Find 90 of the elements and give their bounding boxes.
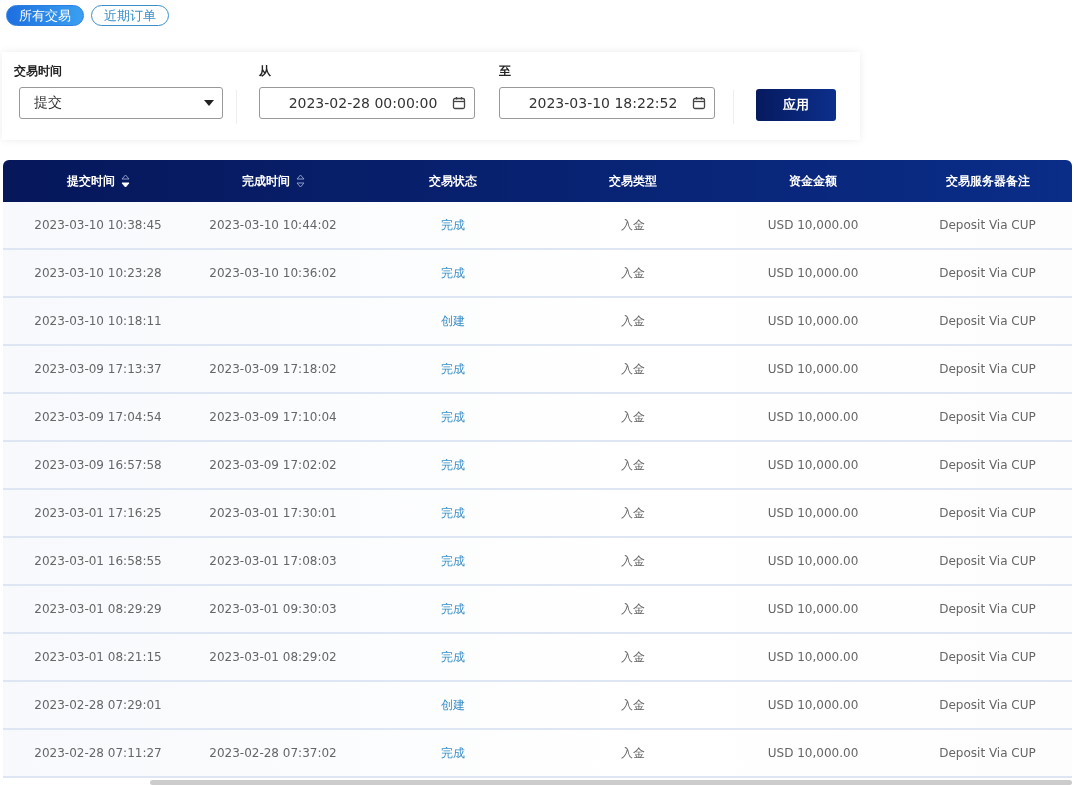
table-cell: 2023-02-28 07:37:02 bbox=[209, 746, 337, 760]
date-field[interactable]: 2023-03-10 18:22:52 bbox=[499, 87, 715, 119]
table-cell: USD 10,000.00 bbox=[767, 266, 859, 280]
column-header: 交易状态 bbox=[429, 172, 477, 190]
table-cell: 入金 bbox=[621, 505, 645, 520]
table-cell: 入金 bbox=[621, 265, 645, 280]
table-cell: USD 10,000.00 bbox=[767, 602, 859, 616]
status-text: 完成 bbox=[441, 409, 465, 424]
status-text: 完成 bbox=[441, 217, 465, 232]
table-cell: USD 10,000.00 bbox=[767, 314, 859, 328]
table-cell: USD 10,000.00 bbox=[767, 218, 859, 232]
table-cell: 2023-03-01 17:08:03 bbox=[209, 554, 337, 568]
field-label: 交易时间 bbox=[14, 64, 63, 78]
column-header[interactable]: 提交时间 bbox=[66, 172, 115, 190]
tab[interactable]: 近期订单 bbox=[91, 5, 169, 26]
table-cell: Deposit Via CUP bbox=[939, 410, 1036, 424]
table-cell: 2023-02-28 07:29:01 bbox=[34, 698, 162, 712]
table-cell: 2023-03-09 17:04:54 bbox=[34, 410, 162, 424]
sort-icon[interactable] bbox=[120, 173, 130, 189]
dropdown-field[interactable]: 提交 bbox=[19, 87, 223, 119]
column-header: 交易服务器备注 bbox=[945, 172, 1030, 190]
table-cell: Deposit Via CUP bbox=[939, 362, 1036, 376]
table-cell: 2023-03-01 17:30:01 bbox=[209, 506, 337, 520]
table-cell: 入金 bbox=[621, 217, 645, 232]
date-field[interactable]: 2023-02-28 00:00:00 bbox=[259, 87, 475, 119]
table-cell: Deposit Via CUP bbox=[939, 218, 1036, 232]
status-text: 完成 bbox=[441, 649, 465, 664]
table-cell: 2023-03-01 08:29:02 bbox=[209, 650, 337, 664]
table-cell: 2023-03-01 08:21:15 bbox=[34, 650, 162, 664]
table-cell: 入金 bbox=[621, 601, 645, 616]
table-cell: 2023-03-01 17:16:25 bbox=[34, 506, 162, 520]
table-cell: Deposit Via CUP bbox=[939, 650, 1036, 664]
table-cell: USD 10,000.00 bbox=[767, 506, 859, 520]
table-cell: Deposit Via CUP bbox=[939, 266, 1036, 280]
table-cell: 2023-03-01 16:58:55 bbox=[34, 554, 162, 568]
status-text: 完成 bbox=[441, 553, 465, 568]
field-label: 从 bbox=[259, 64, 272, 78]
table-cell: 2023-03-01 08:29:29 bbox=[34, 602, 162, 616]
tab[interactable]: 所有交易 bbox=[6, 5, 84, 26]
table-cell: USD 10,000.00 bbox=[767, 362, 859, 376]
table-cell: 入金 bbox=[621, 457, 645, 472]
status-text: 创建 bbox=[441, 313, 465, 328]
table-cell: 入金 bbox=[621, 361, 645, 376]
table-cell: 入金 bbox=[621, 745, 645, 760]
table-cell: 2023-03-10 10:36:02 bbox=[209, 266, 337, 280]
table-cell: 入金 bbox=[621, 553, 645, 568]
table-cell: USD 10,000.00 bbox=[767, 698, 859, 712]
calendar-icon[interactable] bbox=[452, 96, 466, 110]
table-cell: 2023-03-09 17:10:04 bbox=[209, 410, 337, 424]
table-cell: Deposit Via CUP bbox=[939, 314, 1036, 328]
table-cell: 入金 bbox=[621, 313, 645, 328]
calendar-icon[interactable] bbox=[692, 96, 706, 110]
field-label: 至 bbox=[499, 64, 512, 78]
table-cell: 2023-03-09 17:02:02 bbox=[209, 458, 337, 472]
table-cell: 2023-03-10 10:38:45 bbox=[34, 218, 162, 232]
status-text: 完成 bbox=[441, 457, 465, 472]
table-cell: 2023-03-10 10:44:02 bbox=[209, 218, 337, 232]
table-cell: 2023-03-10 10:18:11 bbox=[34, 314, 162, 328]
status-text: 完成 bbox=[441, 361, 465, 376]
table-cell: 入金 bbox=[621, 409, 645, 424]
table-cell: Deposit Via CUP bbox=[939, 506, 1036, 520]
status-text: 完成 bbox=[441, 505, 465, 520]
table-cell: USD 10,000.00 bbox=[767, 554, 859, 568]
table-cell: 2023-03-09 17:13:37 bbox=[34, 362, 162, 376]
column-header: 交易类型 bbox=[609, 172, 657, 190]
table-cell: 2023-03-09 16:57:58 bbox=[34, 458, 162, 472]
table-cell: USD 10,000.00 bbox=[767, 746, 859, 760]
table-cell: USD 10,000.00 bbox=[767, 410, 859, 424]
table-cell: USD 10,000.00 bbox=[767, 458, 859, 472]
column-header[interactable]: 完成时间 bbox=[241, 172, 290, 190]
status-text: 完成 bbox=[441, 265, 465, 280]
table-cell: Deposit Via CUP bbox=[939, 554, 1036, 568]
table-cell: Deposit Via CUP bbox=[939, 458, 1036, 472]
apply-button[interactable]: 应用 bbox=[756, 89, 836, 121]
status-text: 完成 bbox=[441, 601, 465, 616]
table-cell: 2023-03-09 17:18:02 bbox=[209, 362, 337, 376]
caret-icon bbox=[204, 100, 214, 106]
table-cell: Deposit Via CUP bbox=[939, 698, 1036, 712]
table-cell: 2023-03-10 10:23:28 bbox=[34, 266, 162, 280]
status-text: 完成 bbox=[441, 745, 465, 760]
table-cell: 2023-02-28 07:11:27 bbox=[34, 746, 162, 760]
table-cell: USD 10,000.00 bbox=[767, 650, 859, 664]
table-cell: 入金 bbox=[621, 697, 645, 712]
table-cell: Deposit Via CUP bbox=[939, 602, 1036, 616]
column-header: 资金金额 bbox=[789, 172, 837, 190]
table-cell: 入金 bbox=[621, 649, 645, 664]
scrollbar[interactable] bbox=[150, 780, 1072, 785]
table-cell: Deposit Via CUP bbox=[939, 746, 1036, 760]
status-text: 创建 bbox=[441, 697, 465, 712]
table-cell: 2023-03-01 09:30:03 bbox=[209, 602, 337, 616]
